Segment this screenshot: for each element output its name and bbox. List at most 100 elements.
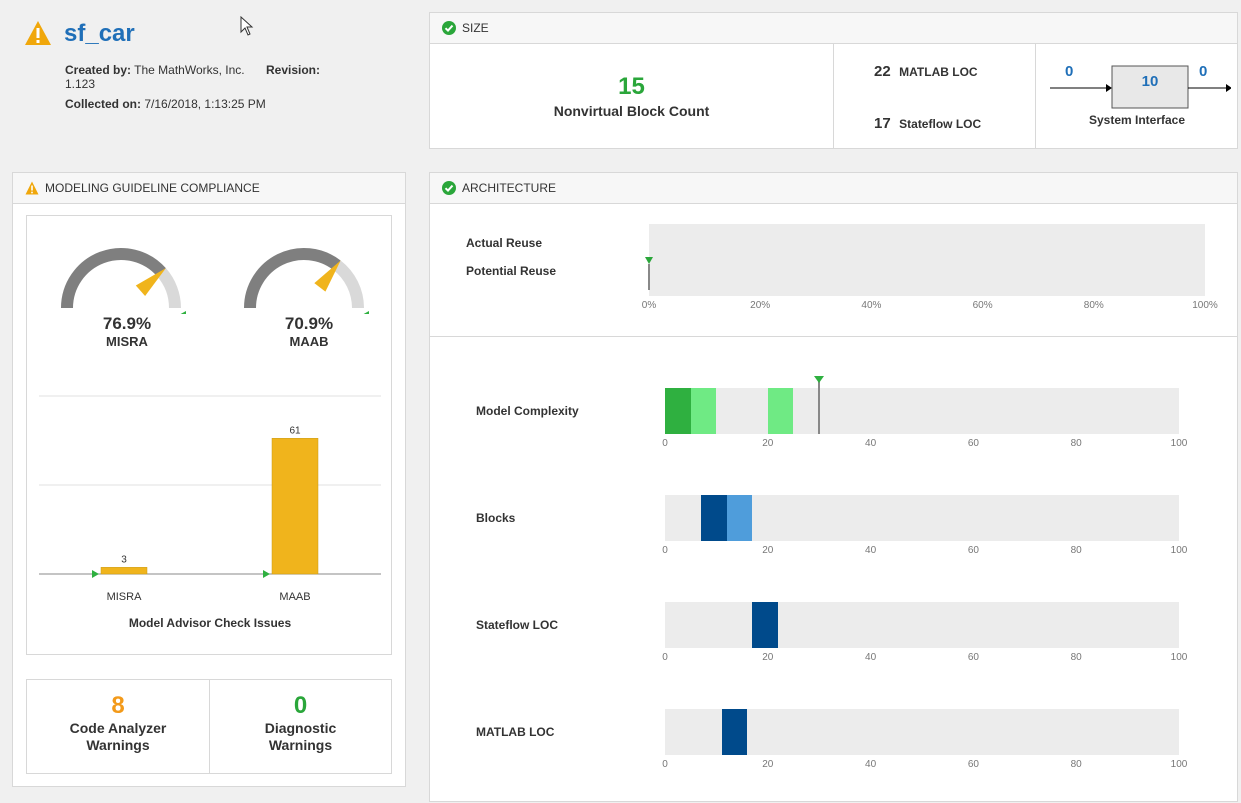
compliance-card: 76.9% MISRA 70.9% MAAB 3 MISRA 61 MAAB Mode… — [26, 215, 392, 655]
size-title: SIZE — [462, 21, 489, 35]
size-panel: SIZE 15 Nonvirtual Block Count 22 MATLAB… — [429, 12, 1238, 149]
metric-axis-tick: 0 — [662, 438, 668, 449]
created-by-label: Created by: — [65, 63, 132, 77]
maab-gauge-label: MAAB — [289, 334, 329, 349]
created-by-value: The MathWorks, Inc. — [134, 63, 245, 77]
misra-gauge-label: MISRA — [106, 334, 148, 349]
system-interface-tile: 0 10 0 System Interface — [1036, 44, 1238, 149]
metric-axis-tick: 40 — [865, 545, 877, 556]
revision-label: Revision: — [265, 63, 320, 77]
diagnostic-count: 0 — [293, 692, 308, 719]
metric-bar-track[interactable] — [665, 495, 1179, 541]
revision-value: 1.123 — [65, 77, 96, 91]
bar-value-label: 61 — [289, 425, 301, 436]
metric-bar-segment[interactable] — [767, 388, 794, 434]
metric-axis-tick: 40 — [865, 438, 877, 449]
metric-axis-tick: 60 — [967, 759, 979, 770]
collected-value: 7/16/2018, 1:13:25 PM — [144, 97, 266, 111]
compliance-title: MODELING GUIDELINE COMPLIANCE — [45, 181, 260, 195]
issues-bar — [100, 567, 148, 575]
diagnostic-label: Diagnostic Warnings — [264, 720, 337, 753]
metric-label: MATLAB LOC — [476, 725, 555, 739]
metric-axis-tick: 0 — [662, 545, 668, 556]
metric-axis-tick: 40 — [865, 652, 877, 663]
gauge-needle — [135, 268, 166, 296]
matlab-loc-value[interactable]: 22 — [874, 63, 891, 80]
metric-axis-tick: 80 — [1070, 652, 1082, 663]
check-circle-icon — [442, 21, 456, 35]
metric-bar-track[interactable] — [665, 388, 1179, 434]
interface-label: System Interface — [1088, 113, 1186, 127]
metric-axis-tick: 80 — [1070, 545, 1082, 556]
metric-bar-segment[interactable] — [700, 495, 727, 541]
code-analyzer-label: Code Analyzer Warnings — [69, 720, 167, 753]
model-name[interactable]: sf_car — [64, 20, 135, 48]
architecture-panel: ARCHITECTURE Actual Reuse Potential Reus… — [429, 172, 1238, 802]
metric-axis-tick: 0 — [662, 759, 668, 770]
maab-gauge[interactable] — [236, 240, 372, 314]
category-label: MISRA — [107, 591, 143, 603]
compliance-panel: MODELING GUIDELINE COMPLIANCE 76.9% MISR… — [12, 172, 406, 787]
matlab-loc-label: MATLAB LOC — [899, 65, 978, 79]
metric-bar-track[interactable] — [665, 709, 1179, 755]
model-header: sf_car Created by: The MathWorks, Inc. R… — [0, 0, 420, 160]
metric-axis-tick: 100 — [1170, 545, 1188, 556]
metric-axis-tick: 60 — [967, 438, 979, 449]
warning-icon — [25, 21, 51, 45]
metric-axis-tick: 80 — [1070, 438, 1082, 449]
metric-axis-tick: 100 — [1170, 438, 1188, 449]
issues-chart: 3 MISRA 61 MAAB — [39, 395, 381, 603]
warnings-card: 8 Code Analyzer Warnings 0 Diagnostic Wa… — [26, 679, 392, 774]
issues-bar — [271, 438, 319, 575]
warning-icon — [25, 181, 39, 195]
metric-axis-tick: 80 — [1070, 759, 1082, 770]
marker-triangle-icon — [814, 376, 825, 383]
metric-label: Model Complexity — [476, 404, 579, 418]
issues-chart-title: Model Advisor Check Issues — [128, 616, 292, 630]
stateflow-loc-value[interactable]: 17 — [874, 115, 891, 132]
size-header: SIZE — [430, 13, 1237, 44]
stateflow-loc-label: Stateflow LOC — [899, 117, 982, 131]
metric-bar-segment[interactable] — [752, 602, 779, 648]
loc-tile: 22 MATLAB LOC 17 Stateflow LOC — [834, 44, 1035, 149]
interface-blocks[interactable]: 10 — [1112, 73, 1188, 90]
metric-bar-segment[interactable] — [721, 709, 748, 755]
block-count-label: Nonvirtual Block Count — [553, 103, 710, 119]
metric-axis-tick: 100 — [1170, 759, 1188, 770]
maab-gauge-value: 70.9% — [284, 314, 334, 333]
metric-bar-segment[interactable] — [726, 495, 753, 541]
bar-value-label: 3 — [121, 554, 127, 565]
metric-label: Stateflow LOC — [476, 618, 559, 632]
metric-bar-segment[interactable] — [690, 388, 717, 434]
metric-axis-tick: 40 — [865, 759, 877, 770]
metric-axis-tick: 60 — [967, 545, 979, 556]
metric-axis-tick: 0 — [662, 652, 668, 663]
misra-gauge-value: 76.9% — [102, 314, 152, 333]
collected-label: Collected on: — [65, 97, 142, 111]
interface-inputs[interactable]: 0 — [1065, 63, 1073, 80]
gauge-remaining-arc — [156, 268, 181, 309]
category-label: MAAB — [279, 591, 310, 603]
block-count-value[interactable]: 15 — [430, 73, 833, 101]
metric-axis-tick: 20 — [762, 545, 774, 556]
metric-axis-tick: 20 — [762, 652, 774, 663]
gauge-remaining-arc — [333, 260, 364, 309]
metric-threshold-marker — [818, 380, 821, 434]
compliance-header: MODELING GUIDELINE COMPLIANCE — [13, 173, 405, 204]
threshold-marker — [263, 570, 270, 578]
metric-label: Blocks — [476, 511, 516, 525]
metric-bar-segment[interactable] — [665, 388, 691, 434]
metric-bars: Model Complexity 0 20 40 60 80 100 Blocks 0 20 40 6… — [430, 173, 1237, 803]
threshold-marker — [92, 570, 99, 578]
interface-outputs[interactable]: 0 — [1199, 63, 1207, 80]
block-count-tile: 15 Nonvirtual Block Count — [430, 44, 833, 149]
metric-axis-tick: 20 — [762, 759, 774, 770]
metric-bar-track[interactable] — [665, 602, 1179, 648]
metric-axis-tick: 60 — [967, 652, 979, 663]
diagnostic-tile[interactable]: 0 Diagnostic Warnings — [210, 680, 391, 773]
cursor-icon — [240, 16, 254, 36]
code-analyzer-count: 8 — [111, 692, 125, 719]
misra-gauge[interactable] — [53, 240, 189, 314]
metric-axis-tick: 100 — [1170, 652, 1188, 663]
code-analyzer-tile[interactable]: 8 Code Analyzer Warnings — [27, 680, 209, 773]
